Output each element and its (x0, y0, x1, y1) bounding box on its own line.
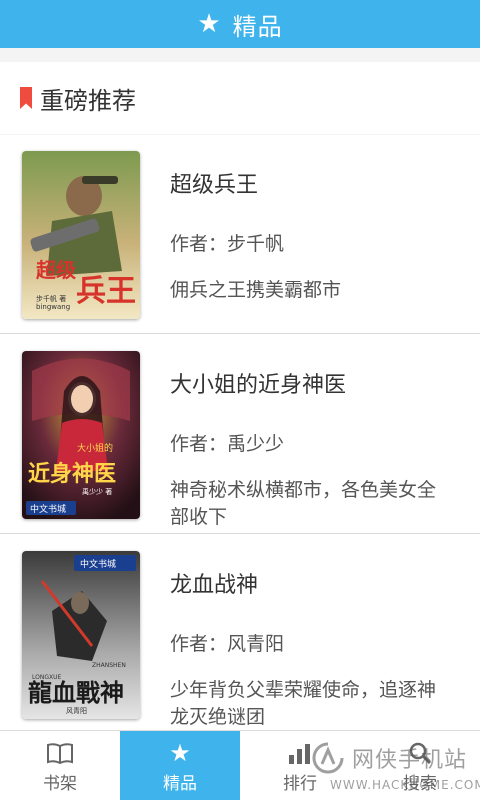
book-description: 神奇秘术纵横都市，各色美女全部收下 (170, 479, 437, 528)
cover-sub-text: bingwang (36, 303, 70, 311)
top-bar: ★ 精品 (0, 0, 480, 48)
cover-author-text: 步千帆 著 (36, 294, 66, 303)
bookmark-icon (20, 87, 32, 109)
tab-bookshelf[interactable]: 书架 (0, 731, 120, 800)
book-list-item[interactable]: 超级 兵王 步千帆 著 bingwang 超级兵王 作者：步千帆 佣兵之王携美霸… (0, 135, 480, 334)
book-title[interactable]: 超级兵王 (170, 167, 258, 199)
cover-brand-text: 中文书城 (30, 503, 66, 515)
book-list-item[interactable]: 大小姐的 近身神医 禹少少 著 中文书城 大小姐的近身神医 作者：禹少少 神奇秘… (0, 335, 480, 534)
tab-label: 书架 (43, 773, 77, 794)
page-title: 精品 (232, 12, 283, 41)
cover-sub-text: ZHANSHEN (92, 662, 126, 669)
bar-chart-icon (286, 739, 314, 767)
book-list-item[interactable]: 中文书城 ZHANSHEN LONGXUE 龍血戰神 风青阳 龙血战神 作者：风… (0, 535, 480, 730)
svg-text:超级: 超级 (35, 258, 76, 282)
cover-title-text: 龍血戰神 (28, 679, 124, 707)
book-author: 作者：步千帆 (170, 233, 285, 255)
tab-search[interactable]: 搜索 (360, 731, 480, 800)
star-icon: ★ (197, 9, 221, 39)
book-title[interactable]: 龙血战神 (170, 567, 258, 599)
cover-brand-text: 中文书城 (80, 558, 116, 570)
cover-author-text: 风青阳 (66, 706, 87, 715)
book-list: 超级 兵王 步千帆 著 bingwang 超级兵王 作者：步千帆 佣兵之王携美霸… (0, 135, 480, 730)
cover-art-woman: 大小姐的 近身神医 禹少少 著 中文书城 (22, 351, 140, 519)
book-cover[interactable]: 超级 兵王 步千帆 著 bingwang (22, 151, 140, 319)
section-title: 重磅推荐 (40, 86, 136, 115)
tab-ranking[interactable]: 排行 (240, 731, 360, 800)
tab-label: 精品 (163, 773, 197, 794)
section-header: 重磅推荐 (0, 62, 480, 134)
cover-art-soldier: 超级 兵王 步千帆 著 bingwang (22, 151, 140, 319)
bottom-tab-bar: 书架 ★ 精品 排行 搜索 (0, 730, 480, 800)
cover-author-text: 禹少少 著 (82, 487, 112, 496)
book-icon (46, 739, 74, 767)
tab-featured[interactable]: ★ 精品 (120, 731, 240, 800)
book-title[interactable]: 大小姐的近身神医 (170, 367, 346, 399)
search-icon (407, 739, 433, 767)
cover-art-warrior: 中文书城 ZHANSHEN LONGXUE 龍血戰神 风青阳 (22, 551, 140, 719)
book-description: 佣兵之王携美霸都市 (170, 279, 342, 301)
book-cover[interactable]: 中文书城 ZHANSHEN LONGXUE 龍血戰神 风青阳 (22, 551, 140, 719)
tab-label: 搜索 (403, 773, 437, 794)
book-description: 少年背负父辈荣耀使命，追逐神龙灭绝谜团 (170, 679, 437, 728)
tab-label: 排行 (283, 773, 317, 794)
book-author: 作者：禹少少 (170, 433, 285, 455)
svg-text:兵王: 兵王 (76, 274, 136, 309)
cover-top-text: 大小姐的 (77, 442, 113, 454)
star-icon: ★ (169, 738, 191, 767)
cover-title-text: 近身神医 (28, 461, 116, 487)
book-author: 作者：风青阳 (170, 633, 285, 655)
book-cover[interactable]: 大小姐的 近身神医 禹少少 著 中文书城 (22, 351, 140, 519)
